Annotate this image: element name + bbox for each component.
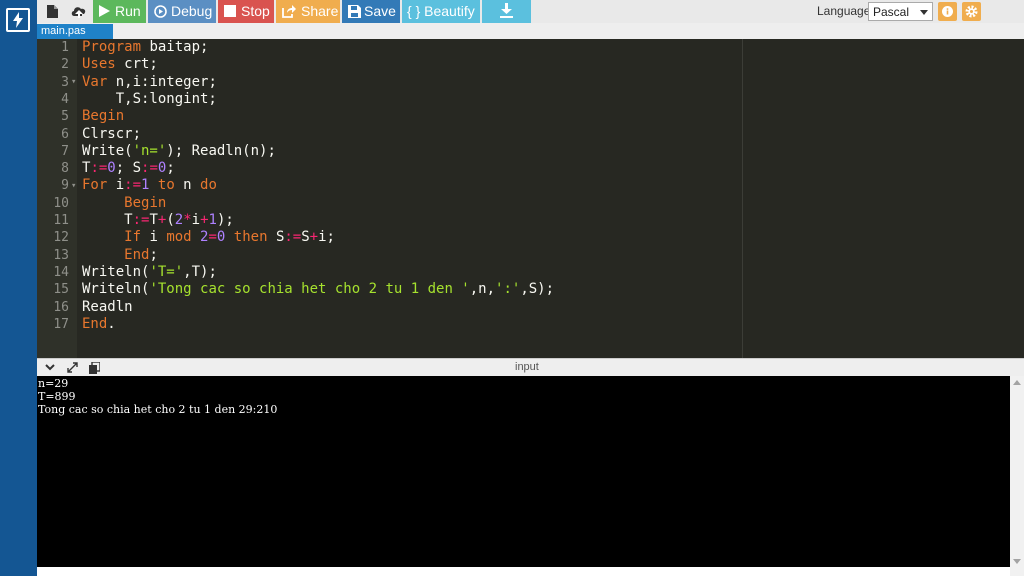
- code-line: Begin: [82, 108, 125, 125]
- info-icon: [942, 6, 953, 17]
- debug-button[interactable]: Debug: [148, 0, 216, 23]
- scroll-up-icon[interactable]: [1013, 380, 1021, 385]
- code-line: Uses crt;: [82, 56, 158, 73]
- line-number: 1: [61, 40, 69, 55]
- download-button[interactable]: [482, 0, 531, 23]
- toolbar: Run Debug Stop Share Save { } Beautify L…: [37, 0, 1024, 23]
- code-line: Writeln('Tong cac so chia het cho 2 tu 1…: [82, 281, 555, 298]
- line-number: 12: [53, 230, 69, 246]
- settings-button[interactable]: [962, 2, 981, 21]
- share-button[interactable]: Share: [276, 0, 340, 23]
- line-number: 11: [53, 213, 69, 228]
- line-number: 5: [61, 109, 69, 125]
- scroll-down-icon[interactable]: [1013, 559, 1021, 564]
- save-button[interactable]: Save: [342, 0, 400, 23]
- line-number: 8: [61, 161, 69, 177]
- code-line: If i mod 2=0 then S:=S+i;: [124, 229, 335, 246]
- run-button[interactable]: Run: [93, 0, 146, 23]
- line-number: 13: [53, 247, 69, 263]
- fold-marker[interactable]: ▾: [71, 181, 76, 191]
- share-label: Share: [301, 3, 339, 19]
- io-panel-header: input: [37, 358, 1024, 376]
- code-line: Write('n='); Readln(n);: [82, 142, 276, 159]
- console-line: n=29: [38, 377, 69, 390]
- stop-icon: [224, 5, 236, 17]
- copy-icon[interactable]: [89, 362, 100, 374]
- code-line: T:=T+(2*i+1);: [82, 212, 234, 228]
- play-icon: [99, 5, 110, 17]
- fold-marker[interactable]: ▾: [71, 77, 76, 87]
- line-number: 10: [53, 195, 69, 211]
- line-number: 9: [61, 178, 69, 194]
- code-line: End.: [82, 315, 116, 332]
- console-scrollbar[interactable]: [1010, 376, 1024, 576]
- code-line: For i:=1 to n do: [82, 177, 217, 194]
- stop-label: Stop: [241, 3, 270, 19]
- line-number: 15: [53, 282, 69, 298]
- code-line: Clrscr;: [82, 125, 142, 142]
- upload-button[interactable]: [65, 0, 92, 23]
- stop-button[interactable]: Stop: [218, 0, 274, 23]
- code-line: T:=0; S:=0;: [82, 160, 175, 177]
- code-editor[interactable]: 1 2 3 4 5 6 7 8 9 10 11 12 13 14 15 16 1…: [37, 39, 1024, 358]
- language-select[interactable]: Pascal: [868, 2, 933, 21]
- line-number: 3: [61, 74, 69, 90]
- line-number: 7: [61, 143, 69, 159]
- line-number: 17: [53, 316, 69, 332]
- code-line: Readln: [82, 298, 133, 315]
- logo[interactable]: [6, 8, 30, 32]
- left-sidebar: [0, 0, 37, 576]
- language-value: Pascal: [873, 5, 910, 19]
- cloud-upload-icon: [71, 7, 86, 18]
- print-margin: [742, 39, 743, 358]
- download-icon: [500, 3, 513, 18]
- code-line: Program baitap;: [82, 39, 209, 55]
- language-label: Language: [817, 4, 871, 18]
- line-number: 6: [61, 126, 69, 142]
- tab-main-pas[interactable]: main.pas: [37, 24, 113, 39]
- save-label: Save: [364, 3, 396, 19]
- code-line: T,S:longint;: [82, 90, 217, 107]
- tab-bar: main.pas: [37, 23, 1024, 39]
- code-line: Var n,i:integer;: [82, 73, 217, 90]
- console-line: T=899: [38, 390, 76, 403]
- code-line: End;: [124, 246, 158, 263]
- debug-label: Debug: [171, 3, 213, 19]
- line-number-gutter: 1 2 3 4 5 6 7 8 9 10 11 12 13 14 15 16 1…: [37, 39, 77, 358]
- info-button[interactable]: [938, 2, 957, 21]
- line-number: 2: [61, 57, 69, 73]
- new-file-icon: [47, 5, 58, 18]
- line-number: 14: [53, 264, 69, 280]
- console-line: Tong cac so chia het cho 2 tu 1 den 29:2…: [38, 403, 278, 416]
- code-line: Begin: [124, 194, 167, 211]
- line-number: 4: [61, 91, 69, 107]
- line-number: 16: [53, 299, 69, 315]
- new-file-button[interactable]: [41, 0, 64, 23]
- share-icon: [282, 5, 296, 18]
- beautify-label: { } Beautify: [407, 3, 475, 19]
- chevron-down-icon: [920, 10, 928, 15]
- console-output[interactable]: n=29 T=899 Tong cac so chia het cho 2 tu…: [37, 376, 1010, 567]
- code-line: Writeln('T=',T);: [82, 263, 217, 280]
- expand-icon[interactable]: [67, 362, 78, 373]
- bolt-icon: [13, 12, 23, 28]
- debug-icon: [154, 5, 167, 18]
- panel-title: input: [515, 361, 539, 373]
- run-label: Run: [115, 3, 141, 19]
- floppy-disk-icon: [348, 5, 361, 18]
- beautify-button[interactable]: { } Beautify: [402, 0, 480, 23]
- chevron-down-icon[interactable]: [45, 364, 55, 371]
- gear-icon: [965, 5, 978, 18]
